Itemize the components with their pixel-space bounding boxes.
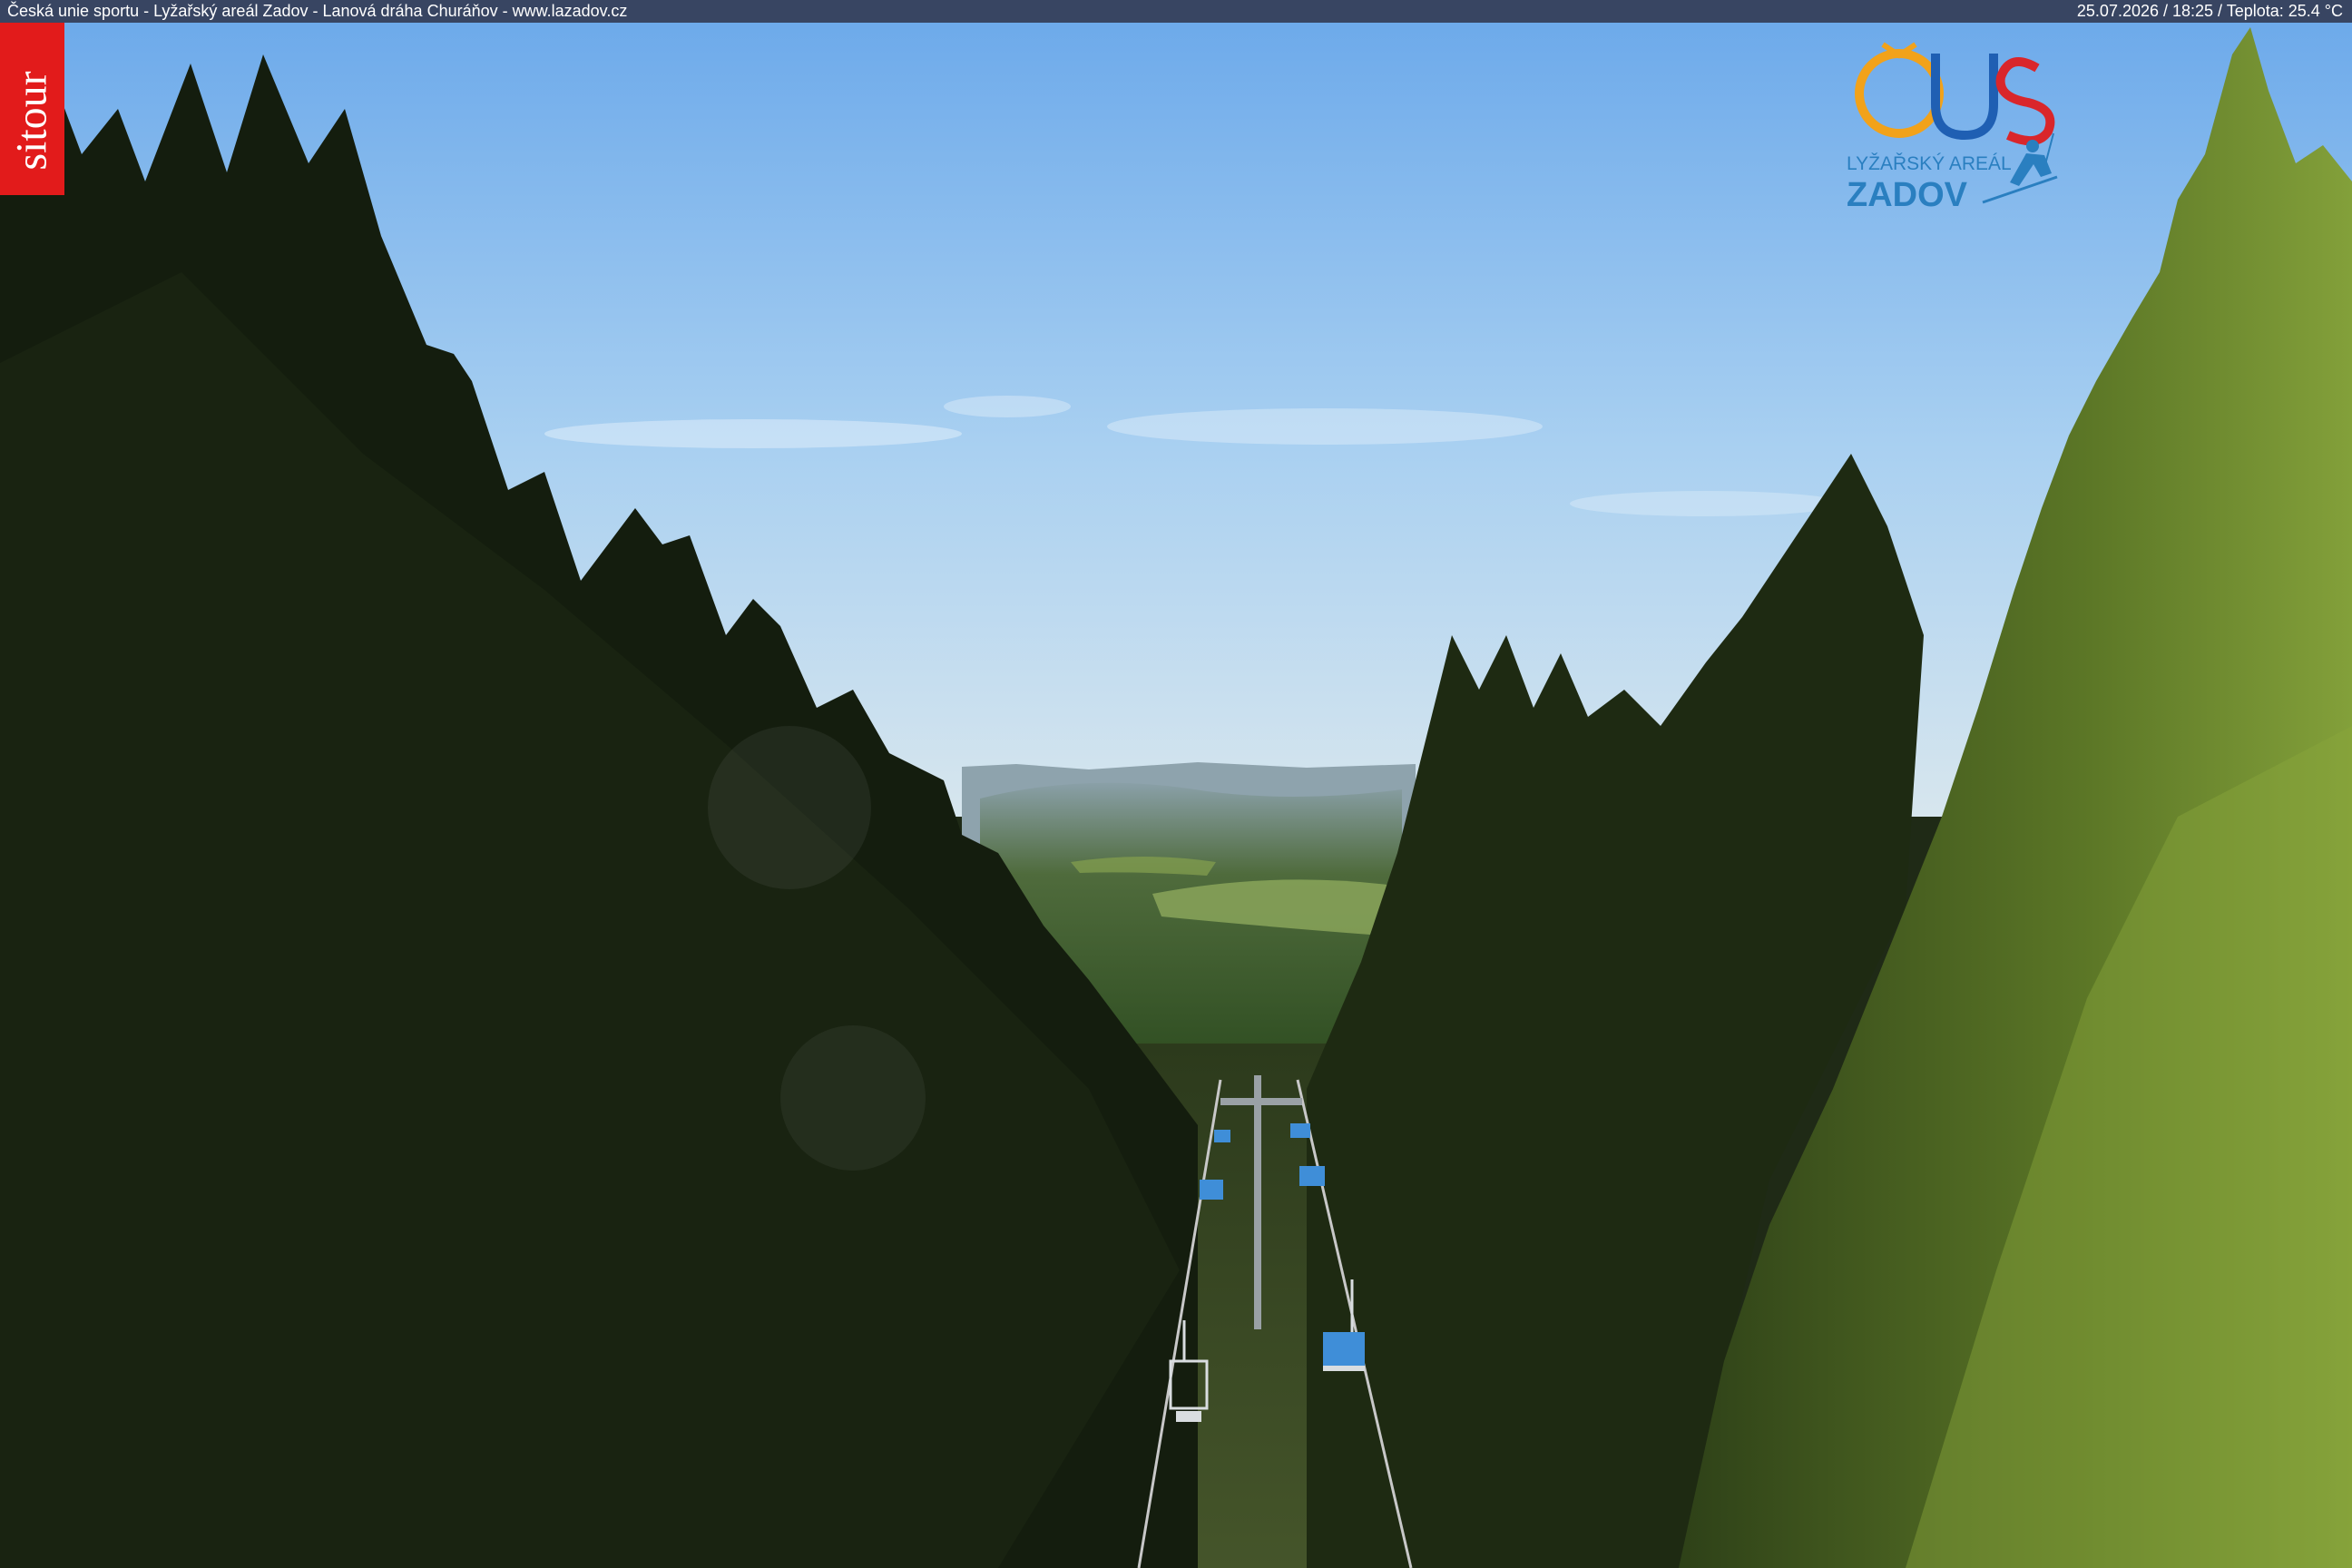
sitour-brand-text: sitour xyxy=(7,71,56,171)
logo-line2: ZADOV xyxy=(1847,176,1968,214)
lift-tower xyxy=(1254,1075,1261,1329)
cloud xyxy=(1107,408,1543,445)
cloud xyxy=(1570,491,1842,516)
cloud xyxy=(544,419,962,448)
logo-ring-orange xyxy=(1855,49,1944,138)
webcam-scene xyxy=(0,0,2352,1568)
webcam-info-bar: Česká unie sportu - Lyžařský areál Zadov… xyxy=(0,0,2352,23)
webcam-frame: Česká unie sportu - Lyžařský areál Zadov… xyxy=(0,0,2352,1568)
cloud xyxy=(944,396,1071,417)
logo-ring-blue xyxy=(1931,54,1998,141)
cus-zadov-logo: LYŽAŘSKÝ AREÁL ZADOV xyxy=(1847,42,2058,214)
lens-flare xyxy=(780,1025,926,1171)
lift-tower-crossbar xyxy=(1220,1098,1302,1105)
lens-flare xyxy=(708,726,871,889)
webcam-timestamp-temperature: 25.07.2026 / 18:25 / Teplota: 25.4 °C xyxy=(2076,2,2343,20)
logo-line1: LYŽAŘSKÝ AREÁL xyxy=(1847,153,2012,174)
webcam-caption: Česká unie sportu - Lyžařský areál Zadov… xyxy=(7,2,628,20)
logo-ring-red xyxy=(1995,56,2055,145)
sitour-brand-tab: sitour xyxy=(0,23,64,195)
